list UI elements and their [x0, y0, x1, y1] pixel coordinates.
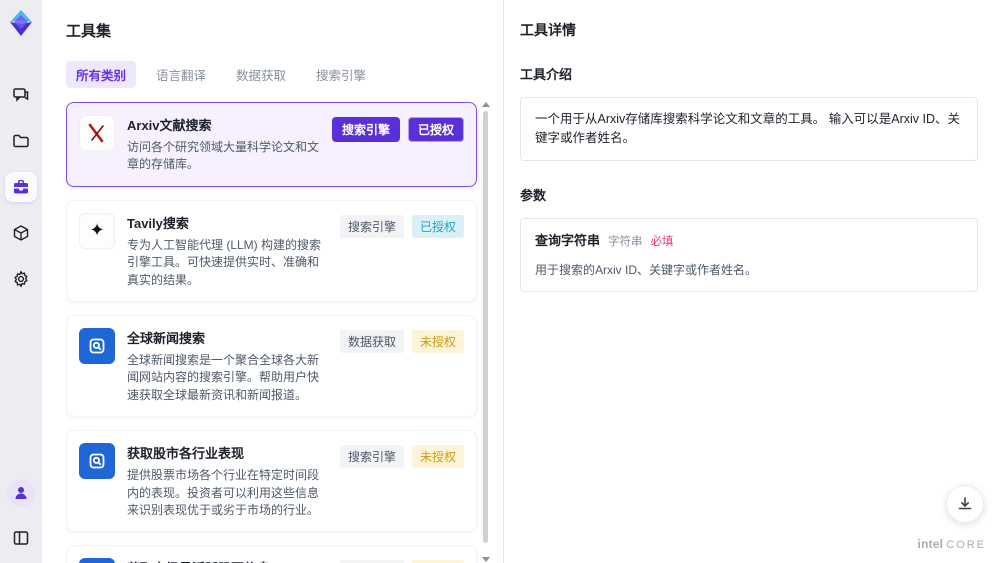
- tool-tags: 搜索引擎 已授权: [339, 213, 464, 238]
- toolbox-icon: [14, 180, 28, 194]
- tab-language-translation[interactable]: 语言翻译: [146, 61, 216, 88]
- app-root: 工具集 所有类别 语言翻译 数据获取 搜索引擎 Arxiv文献搜索 访问各个研究…: [0, 0, 1000, 563]
- scrollbar-thumb[interactable]: [483, 111, 488, 543]
- sidebar-item-files[interactable]: [5, 126, 37, 156]
- tool-description: 专为人工智能代理 (LLM) 构建的搜索引擎工具。可快速提供实时、准确和真实的结…: [127, 237, 322, 287]
- download-button[interactable]: [946, 485, 984, 523]
- app-logo: [10, 10, 32, 36]
- auth-status-badge: 未授权: [411, 445, 464, 469]
- intro-box: 一个用于从Arxiv存储库搜索科学论文和文章的工具。 输入可以是Arxiv ID…: [520, 97, 978, 161]
- param-header: 查询字符串 字符串 必填: [535, 231, 963, 251]
- tool-card-sector-performance[interactable]: 获取股市各行业表现 提供股票市场各个行业在特定时间段内的表现。投资者可以利用这些…: [66, 430, 477, 533]
- news-search-icon: [79, 443, 115, 480]
- tab-data-acquisition[interactable]: 数据获取: [226, 61, 296, 88]
- arxiv-logo-icon: [79, 115, 115, 151]
- download-icon: [958, 497, 972, 510]
- tool-list-panel: 工具集 所有类别 语言翻译 数据获取 搜索引擎 Arxiv文献搜索 访问各个研究…: [42, 0, 504, 563]
- left-rail: [0, 0, 42, 563]
- tool-card-body: Arxiv文献搜索 访问各个研究领域大量科学论文和文章的存储库。: [127, 115, 320, 174]
- category-tag: 搜索引擎: [331, 117, 400, 142]
- page-title: 工具集: [66, 23, 112, 40]
- news-search-icon: [79, 558, 115, 563]
- cube-icon: [13, 225, 29, 241]
- detail-title: 工具详情: [520, 22, 576, 38]
- settings-gear-icon: [14, 270, 28, 288]
- tool-card-body: Tavily搜索 专为人工智能代理 (LLM) 构建的搜索引擎工具。可快速提供实…: [127, 213, 328, 289]
- category-tag: 搜索引擎: [339, 445, 404, 469]
- folder-icon: [13, 134, 29, 148]
- sidebar-item-collapse[interactable]: [5, 523, 37, 553]
- category-tag: 数据获取: [339, 329, 404, 353]
- news-search-icon: [79, 327, 115, 364]
- param-name: 查询字符串: [535, 232, 601, 248]
- auth-status-badge: 已授权: [411, 214, 464, 238]
- intel-core-logo: intel core: [918, 537, 986, 551]
- tool-list: Arxiv文献搜索 访问各个研究领域大量科学论文和文章的存储库。 搜索引擎 已授…: [66, 102, 503, 563]
- intel-brand-text: intel: [917, 537, 944, 551]
- list-scrollbar[interactable]: [482, 102, 490, 562]
- intel-product-text: core: [946, 539, 986, 551]
- star-glyph: ✦: [89, 220, 105, 241]
- tool-card-tavily[interactable]: ✦ Tavily搜索 专为人工智能代理 (LLM) 构建的搜索引擎工具。可快速提…: [66, 199, 477, 302]
- tool-title: 获取股市各行业表现: [127, 446, 245, 462]
- tool-title: Tavily搜索: [127, 215, 189, 231]
- chat-icon: [13, 88, 29, 102]
- tool-detail-panel: 工具详情 工具介绍 一个用于从Arxiv存储库搜索科学论文和文章的工具。 输入可…: [504, 0, 1000, 563]
- param-required-badge: 必填: [650, 235, 674, 248]
- tool-card-body: 获取股市各行业表现 提供股票市场各个行业在特定时间段内的表现。投资者可以利用这些…: [127, 443, 328, 519]
- params-heading: 参数: [520, 187, 547, 203]
- collapse-panel-icon: [13, 531, 29, 545]
- tab-search-engine[interactable]: 搜索引擎: [306, 61, 376, 88]
- tab-all-categories[interactable]: 所有类别: [66, 61, 137, 88]
- tavily-star-icon: ✦: [79, 212, 115, 249]
- tool-title: 全球新闻搜索: [127, 330, 206, 346]
- user-icon: [15, 487, 27, 499]
- tool-card-global-news[interactable]: 全球新闻搜索 全球新闻搜索是一个聚合全球各大新闻网站内容的搜索引擎。帮助用户快速…: [66, 314, 477, 418]
- sidebar-item-models[interactable]: [5, 218, 37, 248]
- tool-tags: 搜索引擎 未授权: [339, 443, 464, 469]
- param-description: 用于搜索的Arxiv ID、关键字或作者姓名。: [535, 262, 758, 277]
- sidebar-item-tools[interactable]: [5, 172, 37, 202]
- tool-description: 提供股票市场各个行业在特定时间段内的表现。投资者可以利用这些信息来识别表现优于或…: [127, 468, 320, 517]
- tool-title: 获取市场最活跃股票信息: [127, 558, 328, 563]
- sidebar-item-chat[interactable]: [5, 80, 37, 110]
- intro-text: 一个用于从Arxiv存储库搜索科学论文和文章的工具。 输入可以是Arxiv ID…: [535, 112, 961, 145]
- auth-status-badge: 已授权: [407, 117, 464, 142]
- category-tabs: 所有类别 语言翻译 数据获取 搜索引擎: [66, 61, 503, 88]
- sidebar-item-settings[interactable]: [5, 264, 37, 294]
- auth-status-badge: 未授权: [411, 329, 464, 353]
- tool-card-body: 全球新闻搜索 全球新闻搜索是一个聚合全球各大新闻网站内容的搜索引擎。帮助用户快速…: [127, 328, 328, 404]
- param-type: 字符串: [608, 235, 643, 248]
- param-box: 查询字符串 字符串 必填 用于搜索的Arxiv ID、关键字或作者姓名。: [520, 217, 978, 292]
- tool-card-body: 获取市场最活跃股票信息 提供当天交易量最高的股票列表。投资者可以利用这些信息来识…: [127, 558, 328, 563]
- tool-title: Arxiv文献搜索: [127, 118, 212, 133]
- scroll-up-arrow-icon[interactable]: [482, 102, 490, 107]
- tool-description: 访问各个研究领域大量科学论文和文章的存储库。: [127, 140, 320, 172]
- tool-tags: 搜索引擎 已授权: [331, 115, 464, 142]
- tool-card-arxiv[interactable]: Arxiv文献搜索 访问各个研究领域大量科学论文和文章的存储库。 搜索引擎 已授…: [66, 102, 477, 187]
- tool-tags: 搜索引擎 未授权: [339, 558, 464, 563]
- sidebar-item-account[interactable]: [7, 479, 35, 507]
- tool-description: 全球新闻搜索是一个聚合全球各大新闻网站内容的搜索引擎。帮助用户快速获取全球最新资…: [127, 352, 320, 402]
- tool-card-most-active-stocks[interactable]: 获取市场最活跃股票信息 提供当天交易量最高的股票列表。投资者可以利用这些信息来识…: [66, 545, 477, 563]
- intro-heading: 工具介绍: [520, 67, 573, 82]
- scroll-down-arrow-icon[interactable]: [482, 557, 490, 562]
- category-tag: 搜索引擎: [339, 214, 404, 238]
- tool-tags: 数据获取 未授权: [339, 328, 464, 353]
